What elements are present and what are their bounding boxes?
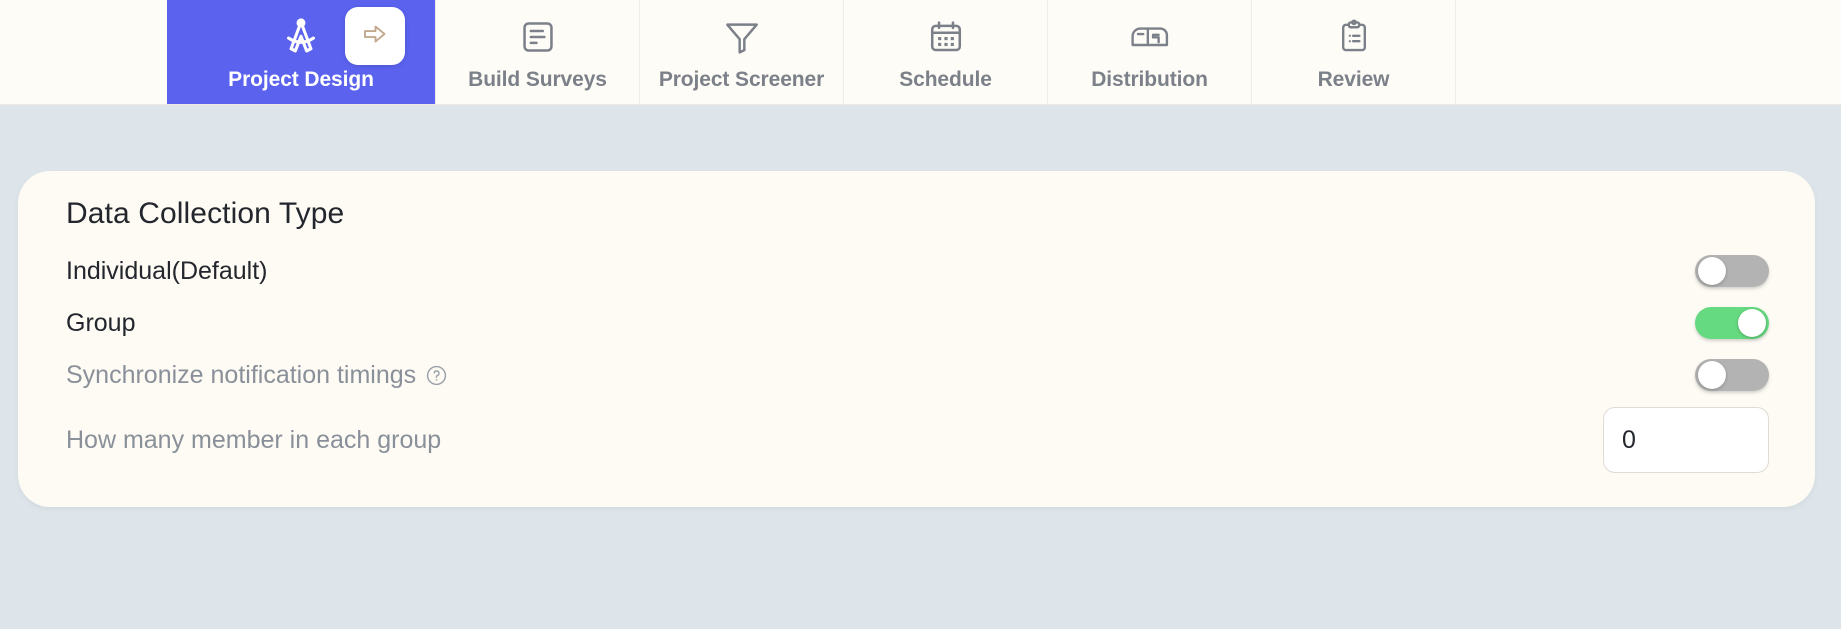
tab-label-project-screener: Project Screener	[658, 68, 825, 91]
data-collection-type-card: Data Collection Type Individual(Default)…	[18, 171, 1815, 507]
page-title: Data Collection Type	[66, 197, 345, 230]
row-label-wrapper: How many member in each group	[66, 426, 441, 455]
row-individual-default: Individual(Default)	[66, 245, 1769, 297]
tab-build-surveys[interactable]: Build Surveys	[435, 0, 639, 104]
arrow-right-icon	[360, 19, 390, 54]
tab-project-screener[interactable]: Project Screener	[639, 0, 843, 104]
tab-label-project-design: Project Design	[228, 68, 374, 91]
row-label-wrapper: Individual(Default)	[66, 257, 268, 286]
row-label-wrapper: Synchronize notification timings	[66, 361, 448, 390]
toggle-individual-default[interactable]	[1695, 255, 1769, 287]
row-label-wrapper: Group	[66, 309, 135, 338]
toggle-synchronize-notification-timings[interactable]	[1695, 359, 1769, 391]
tab-label-review: Review	[1317, 68, 1390, 91]
tabbar-left-spacer	[0, 0, 167, 104]
toggle-knob	[1698, 257, 1726, 285]
label-group: Group	[66, 308, 136, 337]
tab-label-schedule: Schedule	[899, 68, 992, 91]
label-synchronize-notification-timings: Synchronize notification timings	[66, 360, 417, 389]
tab-review[interactable]: Review	[1251, 0, 1455, 104]
document-lines-icon	[519, 14, 557, 60]
group-member-count-input[interactable]	[1603, 407, 1769, 473]
toggle-group[interactable]	[1695, 307, 1769, 339]
tab-schedule[interactable]: Schedule	[843, 0, 1047, 104]
mailbox-icon	[1130, 14, 1170, 60]
funnel-icon	[722, 14, 762, 60]
tab-label-build-surveys: Build Surveys	[468, 68, 607, 91]
tab-label-distribution: Distribution	[1091, 68, 1208, 91]
next-step-button[interactable]	[345, 7, 405, 65]
main-tab-bar: Project Design Build Surveys Project Scr…	[0, 0, 1841, 105]
tabbar-right-spacer	[1455, 0, 1841, 104]
row-group: Group	[66, 297, 1769, 349]
tab-distribution[interactable]: Distribution	[1047, 0, 1251, 104]
toggle-knob	[1698, 361, 1726, 389]
question-circle-icon[interactable]	[425, 364, 448, 387]
settings-rows: Individual(Default) Group Synchronize no…	[66, 245, 1769, 479]
row-synchronize-notification-timings: Synchronize notification timings	[66, 349, 1769, 401]
clipboard-icon	[1336, 14, 1372, 60]
calendar-icon	[927, 14, 965, 60]
label-group-member-count: How many member in each group	[66, 425, 442, 454]
toggle-knob	[1738, 309, 1766, 337]
row-group-member-count: How many member in each group	[66, 401, 1769, 479]
label-individual-default: Individual(Default)	[66, 256, 268, 285]
compass-icon	[279, 14, 323, 60]
page-body: Data Collection Type Individual(Default)…	[0, 105, 1841, 629]
